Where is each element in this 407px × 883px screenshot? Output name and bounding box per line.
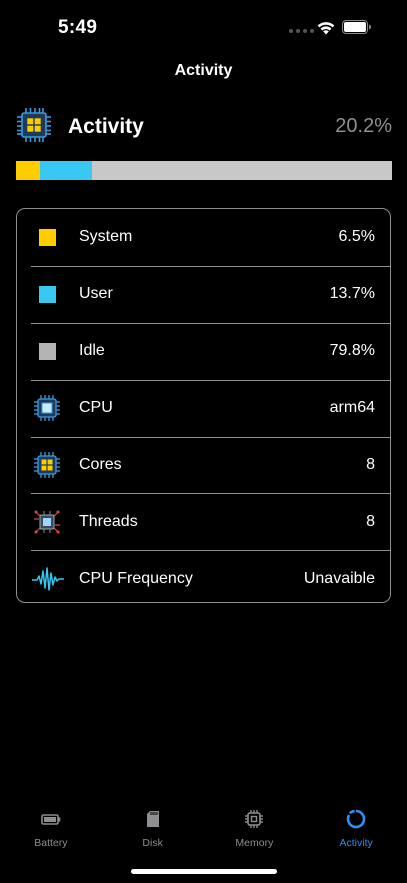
row-value: 8 [366, 512, 375, 530]
cpu-blue-icon [34, 395, 60, 422]
usage-segment-system [16, 161, 41, 180]
row-threads: Threads 8 [17, 493, 390, 550]
signal-icon [289, 29, 314, 33]
tab-memory[interactable]: Memory [204, 808, 306, 858]
memory-chip-icon [245, 810, 264, 828]
row-cpu: CPU arm64 [17, 379, 390, 437]
row-idle: Idle 79.8% [17, 322, 390, 380]
cpu-chip-icon [34, 452, 60, 478]
tab-battery[interactable]: Battery [0, 808, 102, 858]
tab-bar: Battery Disk Memory Activity [0, 808, 407, 858]
tab-label: Memory [235, 837, 274, 849]
cpu-usage-bar [16, 161, 392, 180]
activity-header: Activity 20.2% [16, 107, 392, 147]
row-label: System [79, 228, 133, 246]
status-bar: 5:49 [0, 0, 407, 56]
sd-card-icon [146, 811, 159, 827]
battery-icon [41, 814, 61, 825]
cpu-info-card: System 6.5% User 13.7% Idle 79.8% CPU ar… [16, 208, 391, 603]
row-value: 8 [366, 456, 375, 473]
nav-title: Activity [174, 62, 233, 79]
tab-label: Disk [142, 837, 163, 849]
row-value: arm64 [329, 399, 375, 417]
tab-label: Activity [339, 837, 373, 849]
row-label: CPU Frequency [79, 569, 193, 587]
usage-segment-user [40, 161, 92, 180]
status-time: 5:49 [58, 17, 98, 38]
row-value: 13.7% [329, 285, 375, 303]
row-value: 79.8% [329, 342, 375, 360]
tab-activity[interactable]: Activity [305, 808, 407, 858]
activity-percent: 20.2% [335, 115, 392, 137]
battery-status-icon [342, 20, 371, 34]
waveform-icon [32, 567, 64, 591]
row-label: Idle [79, 342, 105, 360]
row-cores: Cores 8 [17, 436, 390, 494]
gray-swatch-icon [33, 337, 61, 365]
row-cpu-frequency: CPU Frequency Unavaible [17, 550, 390, 607]
wifi-icon [317, 22, 335, 35]
row-system: System 6.5% [17, 209, 390, 266]
home-indicator [131, 869, 277, 874]
row-label: CPU [79, 399, 113, 417]
yellow-swatch-icon [33, 223, 61, 251]
row-label: User [79, 285, 113, 303]
row-user: User 13.7% [17, 265, 390, 323]
tab-label: Battery [34, 837, 68, 849]
row-label: Cores [79, 456, 122, 473]
usage-segment-idle [91, 161, 392, 180]
cpu-chip-icon [17, 108, 51, 142]
activity-title: Activity [68, 115, 144, 138]
row-label: Threads [79, 512, 138, 530]
blue-swatch-icon [33, 280, 61, 308]
activity-ring-icon [346, 809, 366, 829]
row-value: Unavaible [303, 569, 375, 587]
threads-chip-icon [34, 510, 60, 534]
row-value: 6.5% [338, 228, 375, 246]
tab-disk[interactable]: Disk [102, 808, 204, 858]
